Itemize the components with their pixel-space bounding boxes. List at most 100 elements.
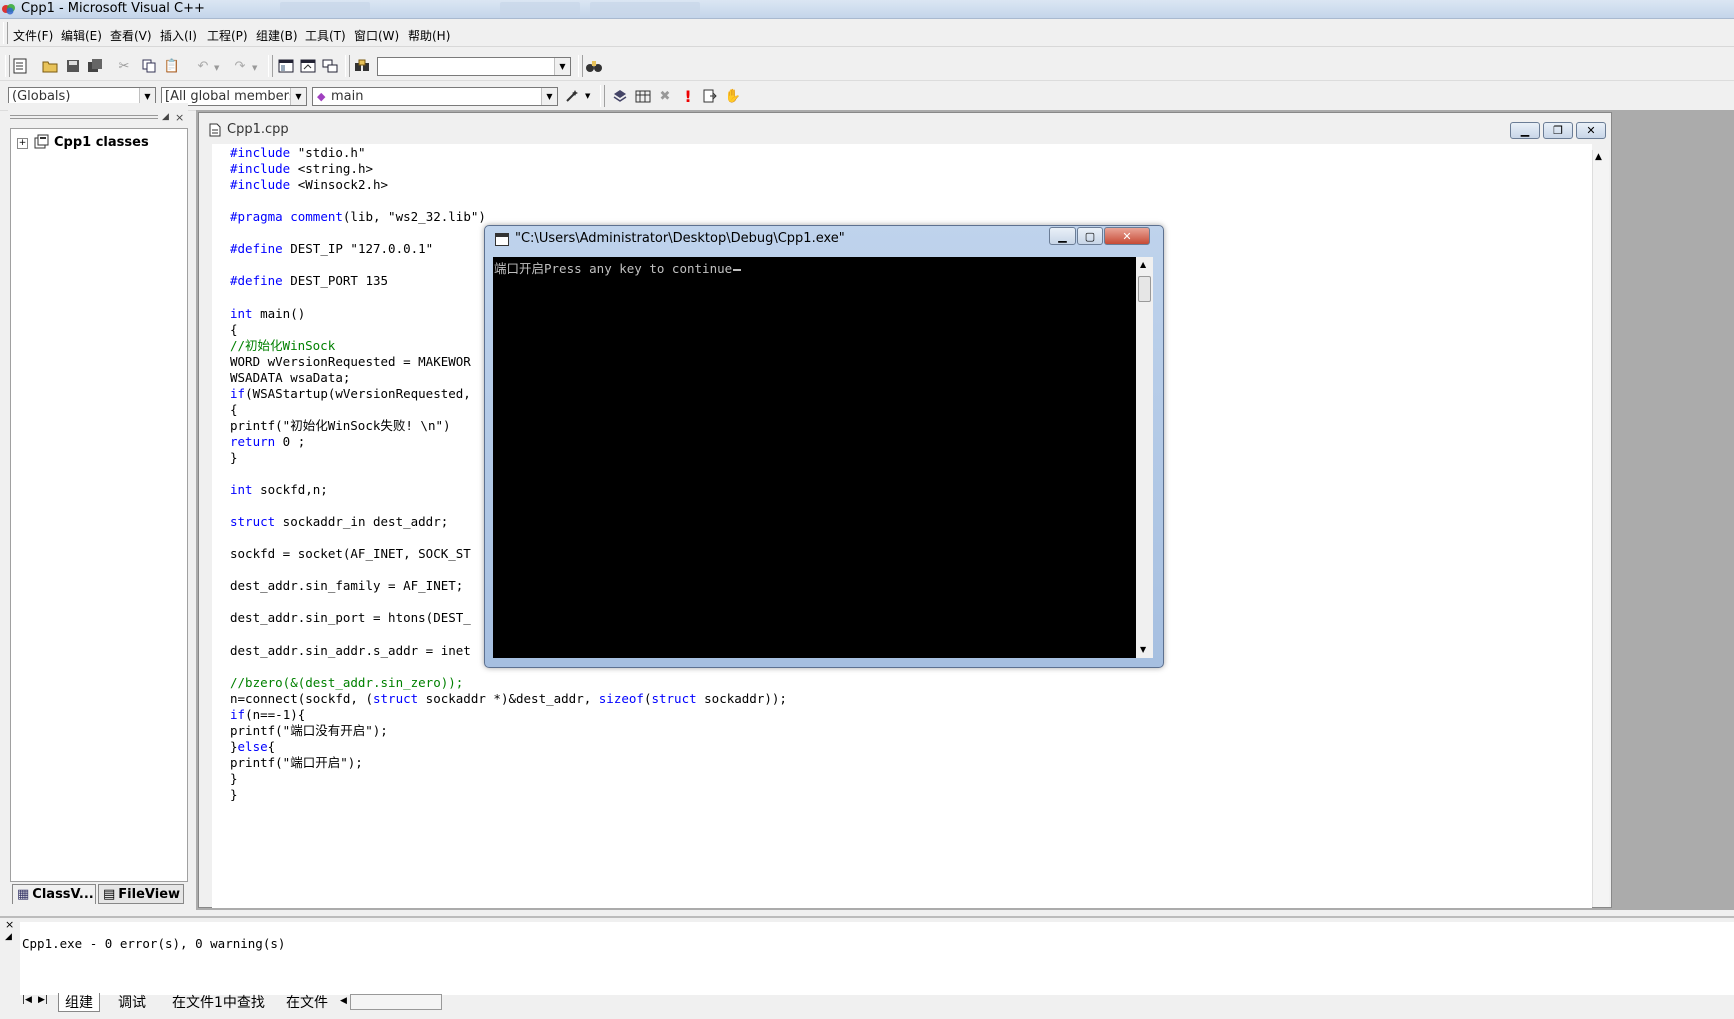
copy-icon[interactable] [139, 56, 159, 76]
console-screen[interactable] [493, 257, 1136, 658]
tab-find-in-files-2[interactable]: 在文件 [280, 993, 334, 1011]
wizard-dropdown-icon[interactable]: ▼ [585, 92, 590, 100]
editor-restore-button[interactable]: ❐ [1543, 122, 1573, 139]
compile-icon[interactable] [610, 86, 630, 106]
code-line[interactable]: } [230, 450, 238, 466]
code-line[interactable]: WORD wVersionRequested = MAKEWOR [230, 354, 471, 370]
chevron-down-icon[interactable]: ▼ [554, 58, 570, 75]
window-list-icon[interactable] [320, 56, 340, 76]
workspace-grip[interactable] [10, 115, 158, 119]
code-line[interactable]: printf("端口没有开启"); [230, 723, 388, 739]
paste-icon[interactable]: 📋 [162, 56, 182, 76]
code-line[interactable]: #include <Winsock2.h> [230, 177, 388, 193]
go-debug-icon[interactable] [700, 86, 720, 106]
open-folder-icon[interactable] [40, 56, 60, 76]
editor-close-button[interactable]: ✕ [1576, 122, 1606, 139]
code-line[interactable]: printf("端口开启"); [230, 755, 363, 771]
menubar-grip[interactable] [3, 22, 8, 44]
menu-insert[interactable]: 插入(I) [160, 27, 197, 44]
code-line[interactable]: //初始化WinSock [230, 338, 335, 354]
code-line[interactable]: int sockfd,n; [230, 482, 328, 498]
stop-build-icon[interactable]: ✖ [655, 86, 675, 106]
code-line[interactable]: return 0 ; [230, 434, 305, 450]
code-line[interactable]: #pragma comment(lib, "ws2_32.lib") [230, 209, 486, 225]
save-icon[interactable] [63, 56, 83, 76]
code-line[interactable]: #define DEST_IP "127.0.0.1" [230, 241, 433, 257]
code-line[interactable]: printf("初始化WinSock失败! \n") [230, 418, 451, 434]
output-close-icon[interactable]: × [5, 918, 14, 931]
code-line[interactable]: WSADATA wsaData; [230, 370, 350, 386]
class-view-tree[interactable]: + Cpp1 classes [10, 128, 188, 882]
tab-debug[interactable]: 调试 [112, 993, 152, 1011]
cut-icon[interactable]: ✂ [114, 56, 134, 76]
menu-file[interactable]: 文件(F) [13, 27, 53, 44]
output-text-area[interactable] [20, 922, 1734, 995]
chevron-down-icon[interactable]: ▼ [290, 88, 306, 105]
output-horizontal-scrollbar[interactable] [350, 994, 442, 1010]
editor-minimize-button[interactable]: ▁ [1510, 122, 1540, 139]
output-window-icon[interactable] [298, 56, 318, 76]
find-combo[interactable]: ▼ [377, 57, 571, 76]
scroll-down-icon[interactable]: ▼ [1140, 645, 1146, 654]
code-line[interactable]: dest_addr.sin_family = AF_INET; [230, 578, 463, 594]
tab-next-icon[interactable]: ▶| [38, 995, 48, 1005]
code-line[interactable]: sockfd = socket(AF_INET, SOCK_ST [230, 546, 471, 562]
execute-icon[interactable]: ! [678, 86, 698, 106]
console-maximize-button[interactable]: ▢ [1077, 227, 1103, 245]
undo-dropdown-icon[interactable]: ▼ [214, 64, 219, 72]
code-line[interactable]: } [230, 771, 238, 787]
menu-window[interactable]: 窗口(W) [354, 27, 399, 44]
tab-first-icon[interactable]: |◀ [22, 995, 32, 1005]
find-in-files-icon[interactable] [353, 56, 373, 76]
code-line[interactable]: n=connect(sockfd, (struct sockaddr *)&de… [230, 691, 787, 707]
console-scroll-thumb[interactable] [1138, 276, 1151, 302]
redo-dropdown-icon[interactable]: ▼ [252, 64, 257, 72]
code-line[interactable]: } [230, 787, 238, 803]
code-line[interactable]: dest_addr.sin_addr.s_addr = inet [230, 643, 471, 659]
tab-classview[interactable]: ▦ ClassV... [12, 884, 96, 904]
code-line[interactable]: { [230, 402, 238, 418]
new-text-file-icon[interactable] [10, 56, 30, 76]
code-line[interactable]: if(WSAStartup(wVersionRequested, [230, 386, 471, 402]
console-minimize-button[interactable]: ▁ [1049, 227, 1076, 245]
code-line[interactable]: dest_addr.sin_port = htons(DEST_ [230, 610, 471, 626]
code-line[interactable]: #define DEST_PORT 135 [230, 273, 388, 289]
code-line[interactable]: #include <string.h> [230, 161, 373, 177]
workspace-window-icon[interactable] [276, 56, 296, 76]
scroll-up-icon[interactable]: ▲ [1140, 260, 1146, 269]
code-line[interactable]: #include "stdio.h" [230, 145, 365, 161]
undo-icon[interactable]: ↶ [193, 56, 213, 76]
menu-tools[interactable]: 工具(T) [305, 27, 346, 44]
tab-fileview[interactable]: ▤ FileView [98, 884, 184, 904]
code-line[interactable]: }else{ [230, 739, 275, 755]
redo-icon[interactable]: ↷ [230, 56, 250, 76]
menu-view[interactable]: 查看(V) [110, 27, 152, 44]
menu-help[interactable]: 帮助(H) [408, 27, 450, 44]
workspace-float-icon[interactable]: ◢ [162, 112, 169, 122]
save-all-icon[interactable] [85, 56, 105, 76]
menu-edit[interactable]: 编辑(E) [61, 27, 102, 44]
wizard-action-icon[interactable] [562, 86, 582, 106]
output-float-icon[interactable]: ◢ [5, 932, 12, 942]
menu-build[interactable]: 组建(B) [256, 27, 298, 44]
member-combo[interactable]: ◆ main ▼ [312, 87, 558, 106]
chevron-down-icon[interactable]: ▼ [541, 88, 557, 105]
expand-plus-icon[interactable]: + [17, 138, 28, 149]
code-line[interactable]: int main() [230, 306, 305, 322]
code-line[interactable]: { [230, 322, 238, 338]
build-icon[interactable] [633, 86, 653, 106]
find-binoculars-icon[interactable] [584, 56, 604, 76]
tab-build[interactable]: 组建 [58, 993, 100, 1012]
code-line[interactable]: struct sockaddr_in dest_addr; [230, 514, 448, 530]
workspace-close-icon[interactable]: × [175, 111, 184, 124]
console-close-button[interactable]: ✕ [1104, 227, 1150, 245]
menu-project[interactable]: 工程(P) [207, 27, 248, 44]
console-vertical-scrollbar[interactable]: ▲ ▼ [1136, 257, 1153, 658]
breakpoint-hand-icon[interactable]: ✋ [723, 86, 743, 106]
tree-root-label[interactable]: Cpp1 classes [54, 135, 149, 150]
tab-scroll-left-icon[interactable]: ◀ [340, 996, 347, 1006]
tab-find-in-files-1[interactable]: 在文件1中查找 [166, 993, 271, 1011]
scroll-up-icon[interactable]: ▲ [1595, 152, 1602, 162]
editor-vertical-scrollbar[interactable]: ▲ [1592, 150, 1609, 907]
code-line[interactable]: if(n==-1){ [230, 707, 305, 723]
